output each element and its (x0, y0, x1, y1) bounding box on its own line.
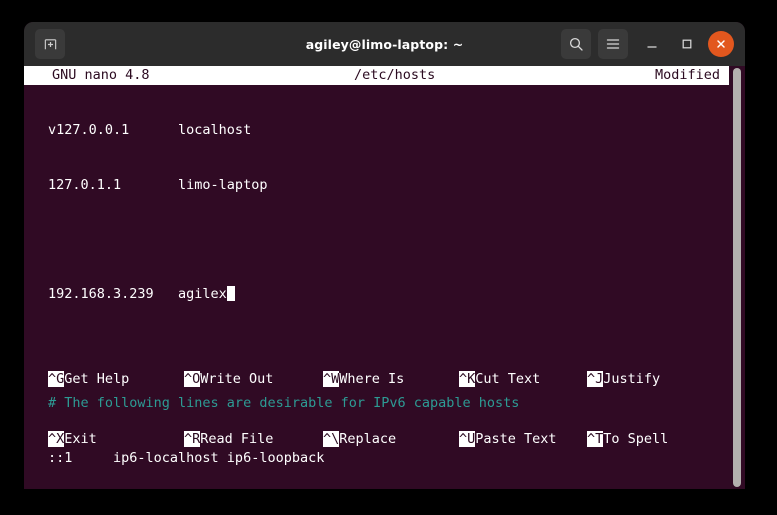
shortcut-label: Get Help (64, 371, 130, 387)
shortcut-replace[interactable]: ^\Replace (323, 429, 396, 449)
editor-line-blank (24, 231, 745, 249)
shortcut-get-help[interactable]: ^GGet Help (48, 369, 129, 389)
shortcut-key: ^T (587, 431, 604, 447)
shortcut-cut-text[interactable]: ^KCut Text (459, 369, 540, 389)
shortcut-key: ^U (459, 431, 476, 447)
search-icon (569, 37, 583, 51)
maximize-button[interactable] (672, 29, 702, 59)
minimize-button[interactable] (637, 29, 667, 59)
shortcut-label: Replace (339, 431, 397, 447)
nano-shortcut-bar: ^GGet Help ^OWrite Out ^WWhere Is ^KCut … (24, 329, 729, 489)
shortcut-where-is[interactable]: ^WWhere Is (323, 369, 404, 389)
nano-version-label: GNU nano 4.8 (52, 67, 150, 83)
shortcut-write-out[interactable]: ^OWrite Out (184, 369, 273, 389)
shortcut-read-file[interactable]: ^RRead File (184, 429, 273, 449)
shortcut-key: ^O (184, 371, 201, 387)
terminal-window: agiley@limo-laptop: ~ GNU nano 4.8 /etc/… (24, 22, 745, 489)
terminal-scrollbar[interactable] (729, 66, 745, 489)
nano-shortcut-row-1: ^GGet Help ^OWrite Out ^WWhere Is ^KCut … (24, 369, 729, 389)
shortcut-key: ^J (587, 371, 604, 387)
shortcut-label: Read File (200, 431, 274, 447)
editor-line: 127.0.1.1 limo-laptop (48, 177, 268, 193)
terminal-scrollbar-thumb[interactable] (733, 68, 741, 487)
maximize-icon (682, 39, 692, 49)
shortcut-label: Cut Text (475, 371, 541, 387)
editor-line-text: 192.168.3.239 agilex (48, 286, 227, 303)
editor-line-cursor: 192.168.3.239 agilex (24, 285, 745, 303)
window-titlebar[interactable]: agiley@limo-laptop: ~ (24, 22, 745, 66)
nano-filename-label: /etc/hosts (354, 67, 436, 83)
hamburger-menu-button[interactable] (598, 29, 628, 59)
new-tab-button[interactable] (35, 29, 65, 59)
new-tab-icon (44, 38, 56, 49)
shortcut-key: ^G (48, 371, 65, 387)
hamburger-menu-icon (606, 39, 620, 49)
shortcut-label: Write Out (200, 371, 274, 387)
search-button[interactable] (561, 29, 591, 59)
shortcut-label: Where Is (339, 371, 405, 387)
nano-shortcut-row-2: ^XExit ^RRead File ^\Replace ^UPaste Tex… (24, 429, 729, 449)
minimize-icon (647, 46, 657, 48)
shortcut-key: ^W (323, 371, 340, 387)
shortcut-justify[interactable]: ^JJustify (587, 369, 660, 389)
shortcut-label: Justify (603, 371, 661, 387)
terminal-content[interactable]: GNU nano 4.8 /etc/hosts Modified v127.0.… (24, 66, 745, 489)
shortcut-key: ^X (48, 431, 65, 447)
nano-modified-label: Modified (654, 67, 720, 83)
shortcut-label: Exit (64, 431, 97, 447)
shortcut-label: To Spell (603, 431, 669, 447)
shortcut-key: ^K (459, 371, 476, 387)
editor-line: v127.0.0.1 localhost (48, 122, 252, 139)
shortcut-paste-text[interactable]: ^UPaste Text (459, 429, 557, 449)
close-icon (717, 40, 725, 48)
close-button[interactable] (708, 31, 734, 57)
shortcut-to-spell[interactable]: ^TTo Spell (587, 429, 668, 449)
shortcut-exit[interactable]: ^XExit (48, 429, 97, 449)
shortcut-key: ^R (184, 431, 201, 447)
shortcut-key: ^\ (323, 431, 340, 447)
text-cursor (226, 286, 235, 302)
shortcut-label: Paste Text (475, 431, 557, 447)
nano-header-bar: GNU nano 4.8 /etc/hosts Modified (24, 66, 729, 85)
